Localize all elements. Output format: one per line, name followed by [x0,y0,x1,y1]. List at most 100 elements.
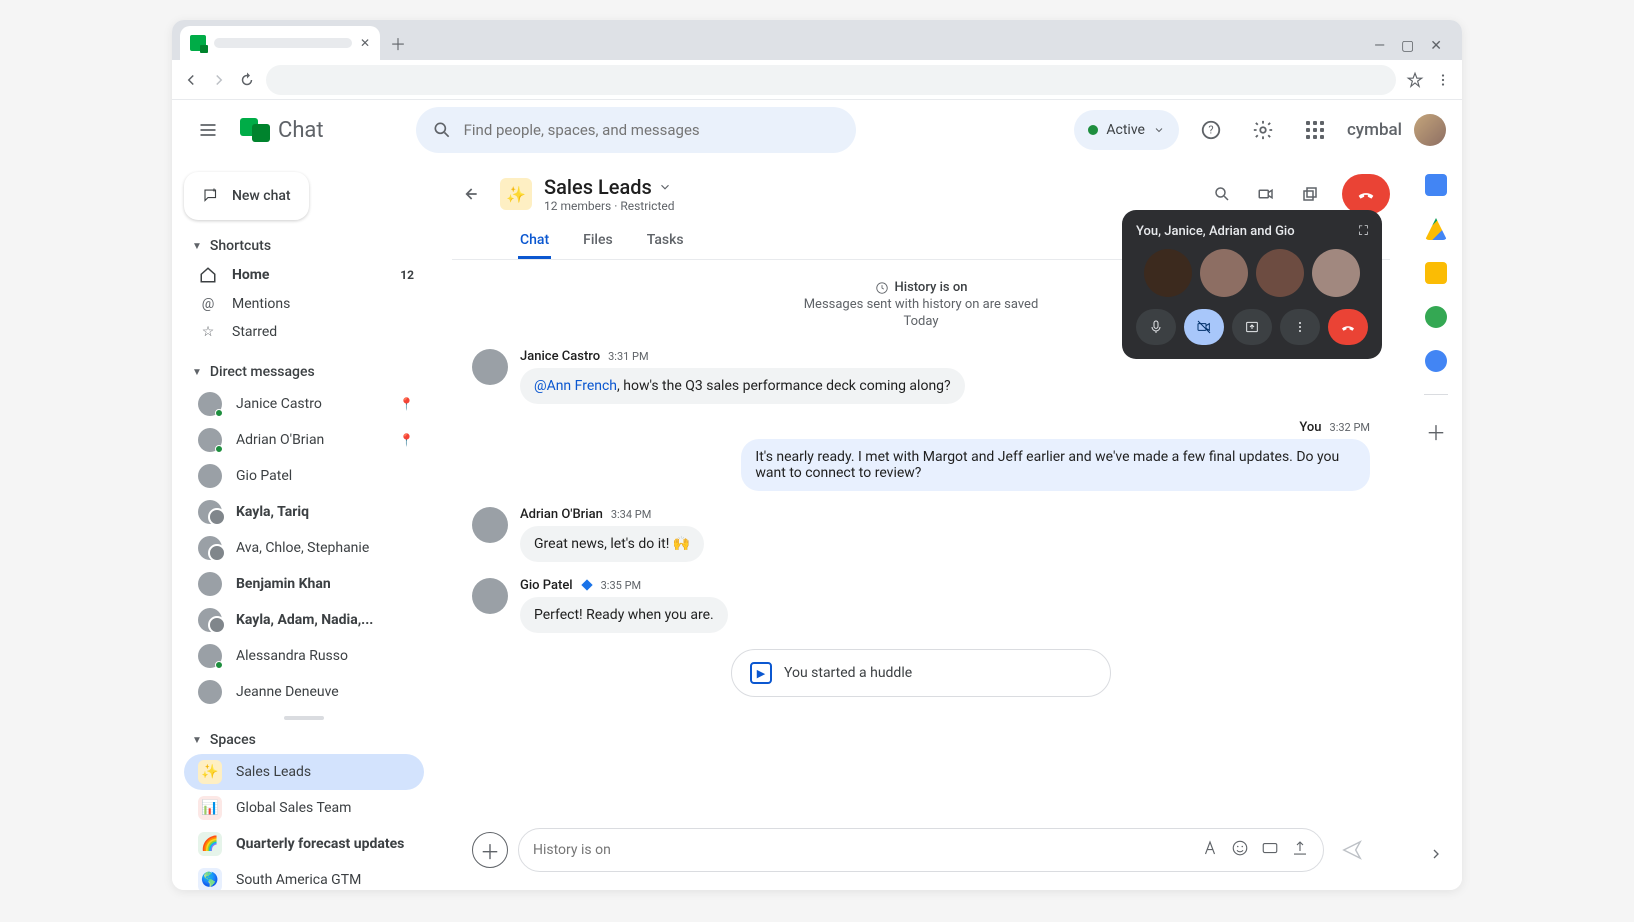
address-bar[interactable] [266,65,1396,95]
minimize-button[interactable]: — [1374,38,1385,54]
reload-icon[interactable] [238,71,256,89]
emoji-icon[interactable] [1231,839,1249,861]
tab-title-placeholder [214,38,352,48]
dm-item[interactable]: Jeanne Deneuve [184,674,424,710]
format-icon[interactable] [1201,839,1219,861]
close-window-button[interactable]: ✕ [1430,38,1442,54]
space-item[interactable]: 🌎 South America GTM [184,862,424,890]
gif-icon[interactable] [1261,839,1279,861]
star-icon: ☆ [198,324,218,340]
bookmark-icon[interactable] [1406,71,1424,89]
huddle-started-chip[interactable]: ▶ You started a huddle [731,649,1111,697]
present-button[interactable] [1232,309,1272,345]
voice-rail-icon[interactable] [1425,306,1447,328]
shortcuts-section-header[interactable]: ▼ Shortcuts [184,232,424,260]
status-label: Active [1106,122,1145,138]
calendar-rail-icon[interactable] [1425,174,1447,196]
dm-name: Alessandra Russo [236,648,348,664]
mic-button[interactable] [1136,309,1176,345]
expand-rail-button[interactable] [1428,846,1444,876]
new-tab-button[interactable]: ＋ [384,29,412,57]
hangup-header-button[interactable] [1342,174,1390,214]
participant-avatar [1312,249,1360,297]
message-meta: Adrian O'Brian3:34 PM [520,507,704,522]
search-bar[interactable] [416,107,856,153]
space-title-dropdown[interactable]: Sales Leads [544,175,1190,199]
video-call-button[interactable] [1246,174,1286,214]
huddle-overlay[interactable]: You, Janice, Adrian and Gio ⛶ [1122,210,1382,359]
message-composer[interactable] [518,828,1324,872]
send-button[interactable] [1334,832,1370,868]
add-attachment-button[interactable]: ＋ [472,832,508,868]
dm-item[interactable]: Benjamin Khan [184,566,424,602]
dm-name: Gio Patel [236,468,292,484]
message-avatar [472,578,508,614]
space-item[interactable]: ✨Sales Leads [184,754,424,790]
composer-input[interactable] [533,842,1191,858]
dm-item[interactable]: Gio Patel [184,458,424,494]
dm-item[interactable]: Ava, Chloe, Stephanie [184,530,424,566]
popout-icon [1301,185,1319,203]
divider-handle[interactable] [284,716,324,720]
mention[interactable]: @Ann French [534,378,617,394]
space-name: South America GTM [236,872,361,888]
browser-tab[interactable]: ✕ [180,26,380,60]
app-body: New chat ▼ Shortcuts Home 12 @ Mentions … [172,160,1462,890]
upload-icon[interactable] [1291,839,1309,861]
space-emoji-icon: ✨ [198,760,222,784]
tab-close-icon[interactable]: ✕ [360,36,370,50]
dm-item[interactable]: Janice Castro📍 [184,386,424,422]
chat-logo-icon [240,115,270,145]
rail-divider [1424,394,1448,395]
dm-name: Benjamin Khan [236,576,331,592]
dm-name: Adrian O'Brian [236,432,324,448]
dm-item[interactable]: Adrian O'Brian📍 [184,422,424,458]
dm-item[interactable]: Kayla, Tariq [184,494,424,530]
open-in-new-button[interactable] [1290,174,1330,214]
hamburger-icon [198,120,218,140]
status-selector[interactable]: Active [1074,110,1179,150]
phone-hangup-icon [1355,183,1377,205]
search-input[interactable] [464,121,840,139]
drive-rail-icon[interactable] [1425,218,1447,240]
arrow-left-icon [460,184,480,204]
nav-back-icon[interactable] [182,71,200,89]
dm-item[interactable]: Alessandra Russo [184,638,424,674]
nav-mentions[interactable]: @ Mentions [184,290,424,318]
settings-button[interactable] [1243,110,1283,150]
space-subtitle: 12 members · Restricted [544,199,1190,213]
apps-button[interactable] [1295,110,1335,150]
dm-avatar [198,392,222,416]
search-in-space-button[interactable] [1202,174,1242,214]
end-call-button[interactable] [1328,309,1368,345]
new-chat-button[interactable]: New chat [184,172,309,220]
more-options-button[interactable] [1280,309,1320,345]
tasks-rail-icon[interactable] [1425,350,1447,372]
expand-huddle-icon[interactable]: ⛶ [1359,224,1368,239]
app-logo[interactable]: Chat [240,115,324,145]
maximize-button[interactable]: ▢ [1401,38,1414,54]
space-item[interactable]: 📊Global Sales Team [184,790,424,826]
tab-tasks[interactable]: Tasks [645,224,686,259]
keep-rail-icon[interactable] [1425,262,1447,284]
dm-name: Ava, Chloe, Stephanie [236,540,369,556]
dm-item[interactable]: Kayla, Adam, Nadia,... [184,602,424,638]
space-item[interactable]: 🌈Quarterly forecast updates [184,826,424,862]
main-menu-button[interactable] [188,110,228,150]
camera-off-button[interactable] [1184,309,1224,345]
help-button[interactable]: ? [1191,110,1231,150]
tab-chat[interactable]: Chat [518,224,551,259]
account-avatar[interactable] [1414,114,1446,146]
message-bubble: Perfect! Ready when you are. [520,597,728,633]
add-panel-button[interactable]: ＋ [1426,417,1446,446]
app-name: Chat [278,118,324,143]
spaces-section-header[interactable]: ▼ Spaces [184,726,424,754]
browser-menu-icon[interactable] [1434,71,1452,89]
dm-section-header[interactable]: ▼ Direct messages [184,358,424,386]
nav-home[interactable]: Home 12 [184,260,424,290]
space-emoji-icon: 🌎 [198,868,222,890]
back-button[interactable] [452,176,488,212]
tab-files[interactable]: Files [581,224,615,259]
nav-starred[interactable]: ☆ Starred [184,318,424,346]
app-topbar: Chat Active ? cymbal [172,100,1462,160]
